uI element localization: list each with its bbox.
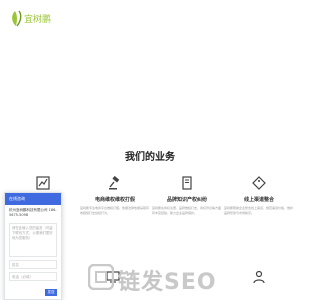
chat-header[interactable]: 在线咨询 (5, 193, 61, 205)
service-desc: 宜树鹏在商标注册、品牌维权打击、商标异议等方面有丰富经验，助力企业品牌保护。 (152, 206, 222, 215)
brand-logo[interactable]: 宜树鹏 (9, 7, 69, 29)
chat-widget[interactable]: 在线咨询 杭州宜树鹏科技有限公司 186-5675-5098 请在此输入您的留言… (4, 192, 62, 300)
service-card-4: 线上渠道整合 宜树鹏帮助企业整合线上渠道，规范渠道价格，维护品牌形象与市场秩序。 (224, 176, 294, 216)
service-card-2: 电商维权维权打假 宜树鹏专注电商平台维权打假，依据法律依据采取有效措施打击侵权行… (80, 176, 150, 216)
document-icon (182, 176, 192, 190)
service-card-3: 品牌知识产权纠纷 宜树鹏在商标注册、品牌维权打击、商标异议等方面有丰富经验，助力… (152, 176, 222, 216)
service-name: 线上渠道整合 (243, 197, 274, 203)
section-title: 我们的业务 (125, 152, 175, 163)
gavel-icon (109, 176, 120, 190)
service-desc: 宜树鹏专注电商平台维权打假，依据法律依据采取有效措施打击侵权行为。 (80, 206, 150, 215)
watermark: 链发SEO (118, 264, 217, 296)
service-name: 电商维权维权打假 (94, 197, 135, 203)
send-button[interactable]: 发送 (45, 289, 57, 296)
name-input[interactable]: 姓名 (9, 260, 57, 269)
watermark-suffix: SEO (164, 270, 217, 295)
message-input[interactable]: 请在此输入您的留言（可留下联系方式，以便我们更好地为您服务） (9, 223, 57, 257)
tag-icon (252, 176, 266, 190)
chat-greeting: 杭州宜树鹏科技有限公司 186-5675-5098 (9, 208, 57, 217)
service-desc: 宜树鹏帮助企业整合线上渠道，规范渠道价格，维护品牌形象与市场秩序。 (224, 206, 294, 215)
service-name: 品牌知识产权纠纷 (166, 197, 207, 203)
watermark-text: 链发 (118, 270, 165, 295)
header: 宜树鹏 (0, 0, 300, 36)
chart-icon (36, 176, 50, 190)
logo-mark: 宜树鹏 (12, 10, 51, 27)
phone-input[interactable]: 电话（必填） (9, 272, 57, 281)
person-icon (253, 270, 265, 284)
watermark-badge-icon (88, 264, 114, 290)
logo-text: 宜树鹏 (24, 13, 51, 25)
